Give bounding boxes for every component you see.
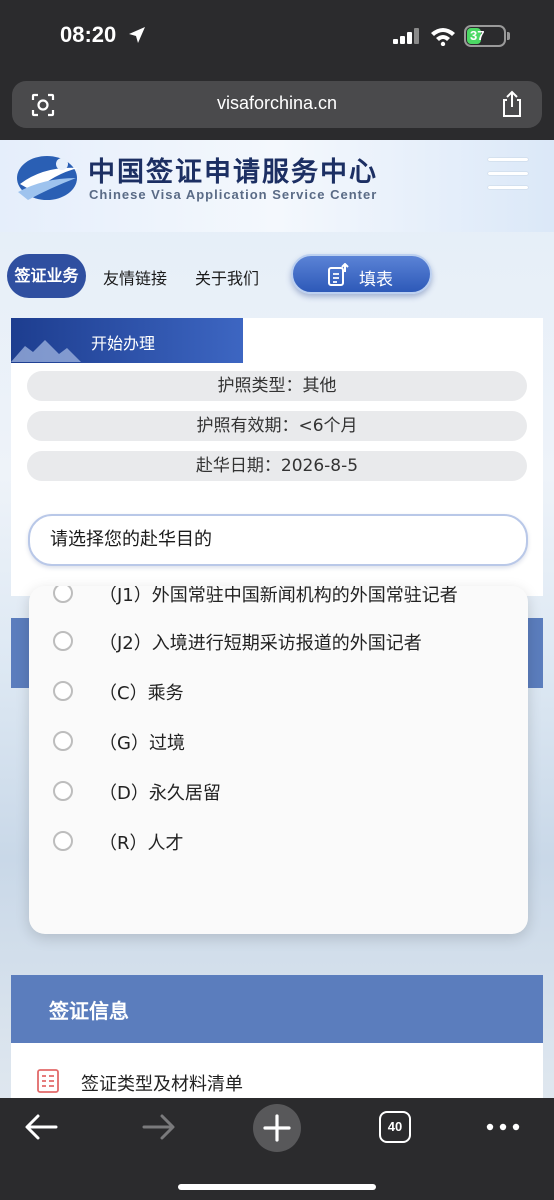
cellular-signal-icon [393,28,419,44]
nav-item-links[interactable]: 友情链接 [103,265,167,289]
radio-button[interactable] [53,831,73,851]
radio-button[interactable] [53,586,73,603]
nav-item-visa-services[interactable]: 签证业务 [7,254,86,298]
purpose-dropdown[interactable]: （J1）外国常驻中国新闻机构的外国常驻记者 （J2）入境进行短期采访报道的外国记… [29,586,528,934]
status-time: 08:20 [60,22,117,47]
visa-info-header: 签证信息 [11,975,543,1043]
radio-button[interactable] [53,681,73,701]
radio-button[interactable] [53,781,73,801]
visa-info-item[interactable]: 签证类型及材料清单 [11,1043,543,1098]
nav-item-about[interactable]: 关于我们 [195,265,259,289]
passport-type-field[interactable]: 护照类型：其他 [27,371,527,401]
purpose-option-c[interactable]: （C）乘务 [29,671,528,711]
option-label: （R）人才 [99,833,184,854]
plus-icon [263,1114,291,1142]
site-title: 中国签证申请服务中心 [88,157,378,188]
option-label: （D）永久居留 [99,783,221,804]
back-arrow-icon[interactable] [24,1112,58,1142]
purpose-option-j2[interactable]: （J2）入境进行短期采访报道的外国记者 [29,621,528,661]
application-form-card: 开始办理 护照类型：其他 护照有效期：<6个月 赴华日期：2026-8-5 请选… [11,318,543,596]
forward-arrow-icon[interactable] [142,1112,176,1142]
webpage: 中国签证申请服务中心 Chinese Visa Application Serv… [0,140,554,1098]
purpose-option-g[interactable]: （G）过境 [29,721,528,761]
arrival-date-field[interactable]: 赴华日期：2026-8-5 [27,451,527,481]
wifi-icon [431,28,455,46]
start-application-tab[interactable]: 开始办理 [11,318,243,363]
location-arrow-icon [129,27,145,43]
passport-validity-field[interactable]: 护照有效期：<6个月 [27,411,527,441]
new-tab-button[interactable] [253,1104,301,1152]
option-label: （J2）入境进行短期采访报道的外国记者 [99,633,422,654]
site-logo-icon[interactable] [14,148,80,206]
share-icon[interactable] [500,90,524,118]
purpose-option-j1[interactable]: （J1）外国常驻中国新闻机构的外国常驻记者 [29,586,528,613]
option-label: （G）过境 [99,733,185,754]
radio-button[interactable] [53,731,73,751]
start-application-label: 开始办理 [91,334,156,353]
tabs-button[interactable]: 40 [379,1111,411,1143]
mountain-decoration-icon [11,340,81,362]
visa-info-title: 签证信息 [49,999,129,1023]
site-subtitle: Chinese Visa Application Service Center [89,187,378,202]
fill-form-button[interactable]: 填表 [291,254,432,294]
url-bar[interactable]: visaforchina.cn [12,81,542,128]
purpose-select[interactable]: 请选择您的赴华目的 [28,514,528,566]
status-bar: 08:20 37 visaforchina.cn [0,0,554,128]
battery-tip [507,32,510,40]
option-label: （C）乘务 [99,683,184,704]
radio-button[interactable] [53,631,73,651]
document-list-icon [37,1069,59,1093]
home-indicator [178,1184,376,1190]
browser-toolbar: 40 [0,1098,554,1200]
main-nav: 签证业务 友情链接 关于我们 填表 [0,252,554,300]
url-text[interactable]: visaforchina.cn [12,93,542,114]
purpose-option-r[interactable]: （R）人才 [29,821,528,861]
battery-icon: 37 [464,25,506,47]
hamburger-menu-icon[interactable] [488,158,528,190]
form-upload-icon [328,263,349,286]
visa-types-link: 签证类型及材料清单 [81,1074,243,1095]
purpose-option-d[interactable]: （D）永久居留 [29,771,528,811]
site-header: 中国签证申请服务中心 Chinese Visa Application Serv… [0,140,554,232]
option-label: （J1）外国常驻中国新闻机构的外国常驻记者 [99,586,458,606]
more-options-icon[interactable] [486,1122,520,1132]
battery-percentage: 37 [470,28,485,43]
fill-form-label: 填表 [359,270,393,290]
